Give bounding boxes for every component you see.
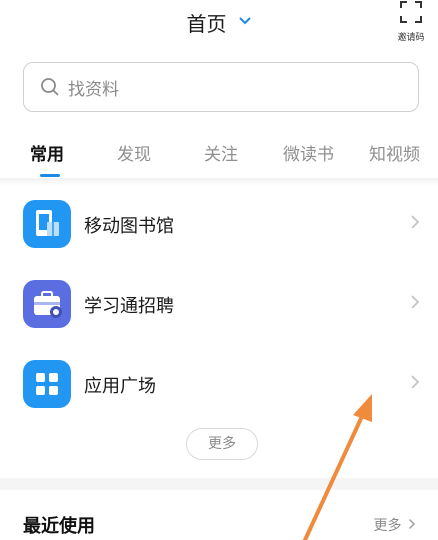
list-item-label: 应用广场 xyxy=(84,376,156,397)
list-item-mobile-library[interactable]: 移动图书馆 xyxy=(0,200,438,260)
chevron-right-icon xyxy=(411,295,420,309)
mobile-library-icon xyxy=(23,200,71,248)
search-placeholder: 找资料 xyxy=(68,79,119,100)
list-item-label: 学习通招聘 xyxy=(84,296,174,317)
app-grid-icon xyxy=(23,360,71,408)
list-item-recruitment[interactable]: 学习通招聘 xyxy=(0,280,438,340)
tab-discover[interactable]: 发现 xyxy=(117,140,151,165)
chevron-right-icon xyxy=(411,375,420,389)
recent-section-title: 最近使用 xyxy=(23,516,95,537)
chevron-right-icon xyxy=(408,518,416,530)
invite-code-button[interactable]: 邀请码 xyxy=(394,0,428,43)
active-tab-indicator xyxy=(40,174,60,177)
list-item-app-square[interactable]: 应用广场 xyxy=(0,360,438,420)
tab-micro-reading[interactable]: 微读书 xyxy=(283,140,334,165)
recent-more-link[interactable]: 更多 xyxy=(374,515,416,535)
tab-follow[interactable]: 关注 xyxy=(204,140,238,165)
tab-common[interactable]: 常用 xyxy=(30,140,64,165)
search-input[interactable]: 找资料 xyxy=(23,62,419,112)
tab-knowledge-video[interactable]: 知视频 xyxy=(369,140,420,165)
chevron-right-icon xyxy=(411,215,420,229)
invite-code-label: 邀请码 xyxy=(397,33,425,43)
title-switcher[interactable]: 首页 xyxy=(0,8,438,37)
recent-more-label: 更多 xyxy=(373,518,402,534)
more-button[interactable]: 更多 xyxy=(186,428,258,460)
search-icon xyxy=(41,78,59,96)
list-item-label: 移动图书馆 xyxy=(84,216,174,237)
page-title[interactable]: 首页 xyxy=(186,8,226,37)
section-divider xyxy=(0,478,438,490)
scan-icon xyxy=(400,1,422,23)
tab-bar: 常用 发现 关注 微读书 知视频 xyxy=(0,140,438,177)
chevron-down-icon[interactable] xyxy=(238,16,252,26)
header: 首页 邀请码 xyxy=(0,0,438,50)
briefcase-icon xyxy=(23,280,71,328)
divider xyxy=(0,178,438,186)
